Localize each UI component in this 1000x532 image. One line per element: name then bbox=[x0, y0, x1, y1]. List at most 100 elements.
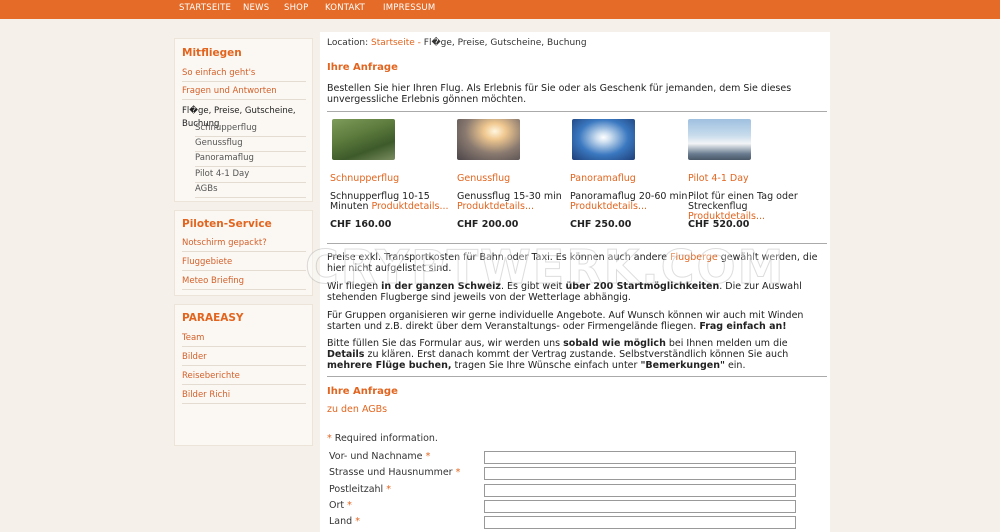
p4-text-a: Bitte füllen Sie das Formular aus, wir w… bbox=[327, 338, 564, 349]
p3-bold: Frag einfach an! bbox=[699, 321, 787, 332]
product-image-sunset[interactable] bbox=[457, 119, 520, 160]
postal-code-field[interactable] bbox=[484, 484, 796, 497]
sidebar-subitem-pilot-4-1-day[interactable]: Pilot 4-1 Day bbox=[195, 169, 306, 183]
form-label: Ort * bbox=[329, 500, 352, 511]
required-note: * Required information. bbox=[327, 433, 438, 444]
product-name[interactable]: Panoramaflug bbox=[570, 173, 636, 184]
sidebar-item-fluggebiete[interactable]: Fluggebiete bbox=[182, 257, 306, 271]
form-row: Strasse und Hausnummer * bbox=[320, 466, 800, 482]
p1-text-a: Preise exkl. Transportkosten für Bahn od… bbox=[327, 252, 671, 263]
breadcrumb-prefix: Location: bbox=[327, 38, 369, 48]
form-row: Vor- und Nachname * bbox=[320, 450, 800, 466]
p4-text-f: ein. bbox=[724, 360, 746, 371]
product-name[interactable]: Pilot 4-1 Day bbox=[688, 173, 749, 184]
form-label: Strasse und Hausnummer * bbox=[329, 467, 460, 478]
product-card: Panoramaflug Panoramaflug 20-60 min Prod… bbox=[570, 118, 690, 230]
p2-text-a: Wir fliegen bbox=[327, 281, 382, 292]
sidebar-box-paraeasy: PARAEASY Team Bilder Reiseberichte Bilde… bbox=[174, 304, 313, 446]
p4-bold-4: "Bemerkungen" bbox=[640, 360, 725, 371]
product-details-link[interactable]: Produktdetails... bbox=[570, 201, 647, 212]
p2-bold-1: in der ganzen Schweiz bbox=[381, 281, 501, 292]
breadcrumb: Location: Startseite - Fl�ge, Preise, Gu… bbox=[327, 38, 587, 48]
nav-kontakt[interactable]: KONTAKT bbox=[325, 3, 365, 13]
nav-news[interactable]: NEWS bbox=[243, 3, 269, 13]
form-label-text: Ort bbox=[329, 500, 345, 511]
product-name[interactable]: Schnupperflug bbox=[330, 173, 399, 184]
sidebar-heading-piloten-service: Piloten-Service bbox=[182, 218, 272, 230]
sidebar-item-so-einfach[interactable]: So einfach geht's bbox=[182, 68, 306, 82]
product-desc: Pilot für einen Tag oder Streckenflug Pr… bbox=[688, 192, 820, 222]
name-field[interactable] bbox=[484, 451, 796, 464]
breadcrumb-separator: - bbox=[417, 38, 421, 48]
sidebar-box-piloten-service: Piloten-Service Notschirm gepackt? Flugg… bbox=[174, 210, 313, 296]
form-row: Ort * bbox=[320, 499, 800, 515]
p4-bold-2: Details bbox=[327, 349, 365, 360]
agbs-link[interactable]: zu den AGBs bbox=[327, 404, 387, 415]
flugberge-link[interactable]: Flugberge bbox=[670, 252, 718, 263]
form-label-text: Land bbox=[329, 516, 353, 527]
form-heading: Ihre Anfrage bbox=[327, 386, 398, 397]
product-card: Schnupperflug Schnupperflug 10-15 Minute… bbox=[329, 118, 449, 230]
sidebar-item-bilder[interactable]: Bilder bbox=[182, 352, 306, 366]
form-row: Postleitzahl * bbox=[320, 483, 800, 499]
p4-text-c: bei Ihnen melden um die bbox=[665, 338, 788, 349]
info-paragraph-prices: Preise exkl. Transportkosten für Bahn od… bbox=[327, 252, 827, 274]
breadcrumb-home-link[interactable]: Startseite bbox=[371, 38, 415, 48]
nav-impressum[interactable]: IMPRESSUM bbox=[383, 3, 435, 13]
sidebar-item-meteo-briefing[interactable]: Meteo Briefing bbox=[182, 276, 306, 290]
product-name[interactable]: Genussflug bbox=[457, 173, 510, 184]
sidebar-item-notschirm[interactable]: Notschirm gepackt? bbox=[182, 238, 306, 252]
street-field[interactable] bbox=[484, 467, 796, 480]
required-star: * bbox=[425, 451, 431, 462]
product-details-link[interactable]: Produktdetails... bbox=[457, 201, 534, 212]
top-nav-bar: STARTSEITE NEWS SHOP KONTAKT IMPRESSUM bbox=[0, 0, 1000, 19]
breadcrumb-current: Fl�ge, Preise, Gutscheine, Buchung bbox=[423, 38, 587, 48]
country-field[interactable] bbox=[484, 516, 796, 529]
sidebar-box-mitfliegen: Mitfliegen So einfach geht's Fragen und … bbox=[174, 38, 313, 202]
sidebar-subitem-schnupperflug[interactable]: Schnupperflug bbox=[195, 123, 306, 137]
nav-startseite[interactable]: STARTSEITE bbox=[179, 3, 231, 13]
divider bbox=[327, 243, 827, 244]
form-label: Postleitzahl * bbox=[329, 484, 391, 495]
divider bbox=[327, 111, 827, 112]
product-price: CHF 160.00 bbox=[330, 219, 392, 230]
required-star: * bbox=[386, 484, 391, 495]
product-desc: Panoramaflug 20-60 min Produktdetails... bbox=[570, 192, 700, 212]
required-note-text: Required information. bbox=[334, 433, 438, 444]
sidebar-subitem-panoramaflug[interactable]: Panoramaflug bbox=[195, 153, 306, 167]
sidebar-item-bilder-richi[interactable]: Bilder Richi bbox=[182, 390, 306, 404]
product-image-mountains[interactable] bbox=[688, 119, 751, 160]
form-label: Land * bbox=[329, 516, 360, 527]
p2-bold-2: über 200 Startmöglichkeiten bbox=[565, 281, 720, 292]
p4-text-e: tragen Sie Ihre Wünsche einfach unter bbox=[451, 360, 641, 371]
form-label: Vor- und Nachname * bbox=[329, 451, 430, 462]
form-label-text: Strasse und Hausnummer bbox=[329, 467, 453, 478]
p4-bold-3: mehrere Flüge buchen, bbox=[327, 360, 452, 371]
sidebar-subitem-genussflug[interactable]: Genussflug bbox=[195, 138, 306, 152]
required-star: * bbox=[347, 500, 352, 511]
divider bbox=[327, 376, 827, 377]
product-desc: Genussflug 15-30 min Produktdetails... bbox=[457, 192, 577, 212]
product-price: CHF 200.00 bbox=[457, 219, 519, 230]
city-field[interactable] bbox=[484, 500, 796, 513]
sidebar-heading-paraeasy: PARAEASY bbox=[182, 312, 244, 324]
product-image-sky[interactable] bbox=[572, 119, 635, 160]
form-row: Land * bbox=[320, 515, 800, 531]
product-price: CHF 250.00 bbox=[570, 219, 632, 230]
p2-text-c: . Es gibt weit bbox=[500, 281, 566, 292]
product-desc: Schnupperflug 10-15 Minuten Produktdetai… bbox=[330, 192, 450, 212]
main-content: Location: Startseite - Fl�ge, Preise, Gu… bbox=[320, 32, 830, 532]
product-price: CHF 520.00 bbox=[688, 219, 750, 230]
p4-bold-1: sobald wie möglich bbox=[563, 338, 666, 349]
nav-shop[interactable]: SHOP bbox=[284, 3, 308, 13]
product-card: Genussflug Genussflug 15-30 min Produktd… bbox=[455, 118, 575, 230]
p4-text-d: zu klären. Erst danach kommt der Vertrag… bbox=[364, 349, 789, 360]
sidebar-item-team[interactable]: Team bbox=[182, 333, 306, 347]
required-star: * bbox=[455, 467, 461, 478]
sidebar-item-reiseberichte[interactable]: Reiseberichte bbox=[182, 371, 306, 385]
product-image-landscape[interactable] bbox=[332, 119, 395, 160]
product-details-link[interactable]: Produktdetails... bbox=[372, 201, 449, 212]
sidebar-item-fragen[interactable]: Fragen und Antworten bbox=[182, 86, 306, 100]
sidebar-subitem-agbs[interactable]: AGBs bbox=[195, 184, 306, 198]
info-paragraph-formular: Bitte füllen Sie das Formular aus, wir w… bbox=[327, 338, 827, 371]
